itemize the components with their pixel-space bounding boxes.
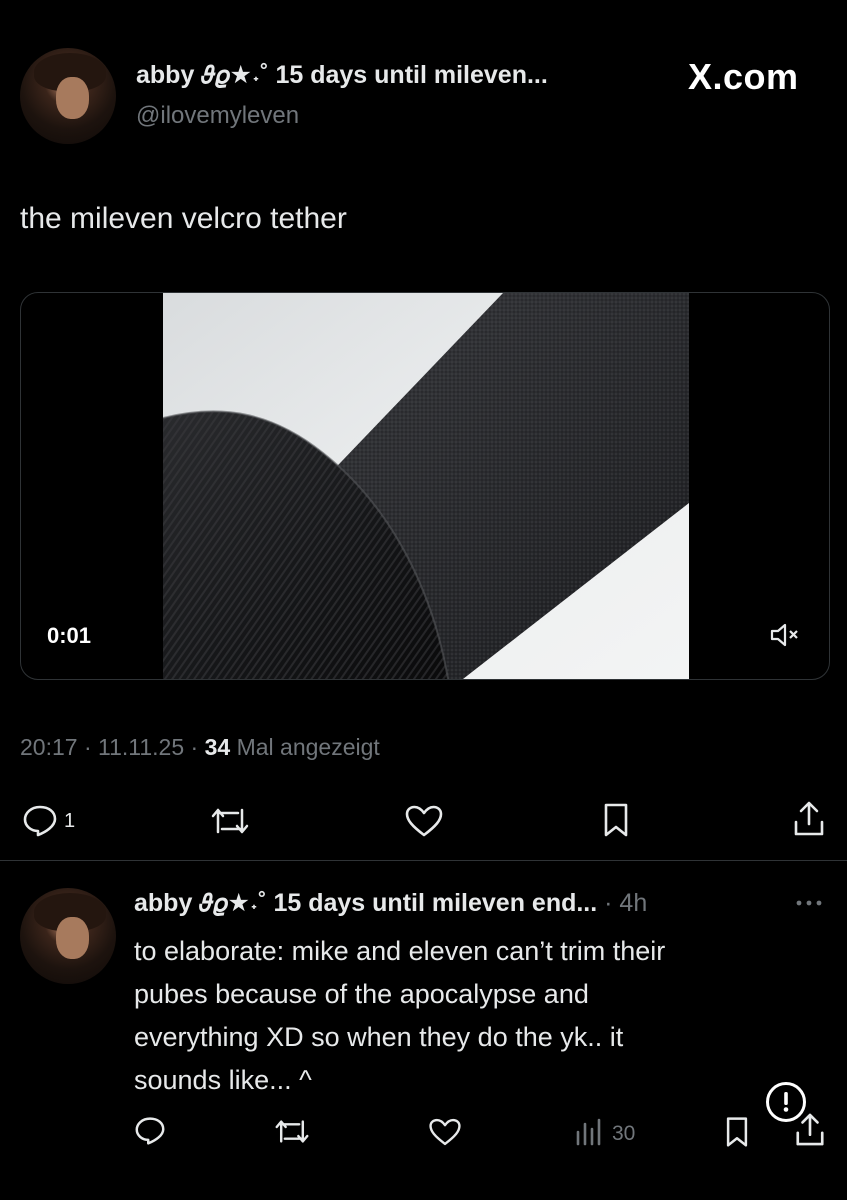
post-meta: 20:17 · 11.11.25 · 34 Mal angezeigt [20,734,380,760]
views-label: Mal angezeigt [236,734,380,760]
reply-age: 4h [619,889,648,917]
bookmark-icon [726,1117,748,1147]
exclamation-circle-icon [783,1092,789,1112]
reply-author-display-name[interactable]: abby 𝜗𝜚★˖˚ 15 days until mileven end... [134,889,597,917]
heart-icon [405,805,443,837]
more-options-button[interactable] [794,898,824,908]
video-timestamp: 0:01 [47,623,92,648]
video-player[interactable]: 0:01 [20,292,830,680]
repost-arrows-icon [211,808,249,834]
author-handle[interactable]: @ilovemyleven [136,102,299,130]
reply-views[interactable]: 30 [574,1118,635,1146]
divider [0,860,847,861]
reply-repost-button[interactable] [274,1118,310,1145]
reply-count: 1 [64,809,76,832]
reply-header: abby 𝜗𝜚★˖˚ 15 days until mileven end... … [134,889,648,917]
share-icon [796,1113,824,1146]
views-count: 34 [204,734,231,760]
speech-bubble-icon [22,804,58,838]
author-avatar[interactable] [20,48,116,144]
reply-text-line: pubes because of the apocalypse and [134,979,589,1009]
post-date: 11.11.25 [98,734,185,760]
reply-reply-button[interactable] [134,1116,166,1146]
speaker-muted-icon[interactable] [769,621,803,649]
more-dots-icon [796,900,822,906]
post-time: 20:17 [20,734,78,760]
reply-button[interactable]: 1 [22,804,75,838]
reply-text-line: sounds like... ^ [134,1065,312,1095]
info-badge[interactable] [766,1082,806,1122]
reply-share-button[interactable] [794,1112,826,1148]
like-button[interactable] [404,804,444,838]
video-frame [163,293,689,679]
share-button[interactable] [792,800,826,838]
speech-bubble-icon [135,1117,165,1145]
reply-views-count: 30 [612,1122,636,1145]
repost-arrows-icon [275,1120,309,1143]
share-icon [794,801,824,836]
reply-bookmark-button[interactable] [724,1116,750,1148]
reply-like-button[interactable] [428,1117,462,1147]
reply-text-line: everything XD so when they do the yk.. i… [134,1022,624,1052]
bookmark-button[interactable] [602,802,630,838]
author-display-name[interactable]: abby 𝜗𝜚★˖˚ 15 days until mileven... [136,60,548,90]
reply-text-line: to elaborate: mike and eleven can’t trim… [134,936,666,966]
repost-button[interactable] [210,806,250,836]
bookmark-icon [604,803,628,837]
post-text: the mileven velcro tether [20,202,347,235]
reply-text: to elaborate: mike and eleven can’t trim… [134,930,665,1102]
bar-chart-icon [574,1118,604,1146]
site-label: X.com [688,56,799,97]
reply-author-avatar[interactable] [20,888,116,984]
heart-icon [429,1118,461,1146]
